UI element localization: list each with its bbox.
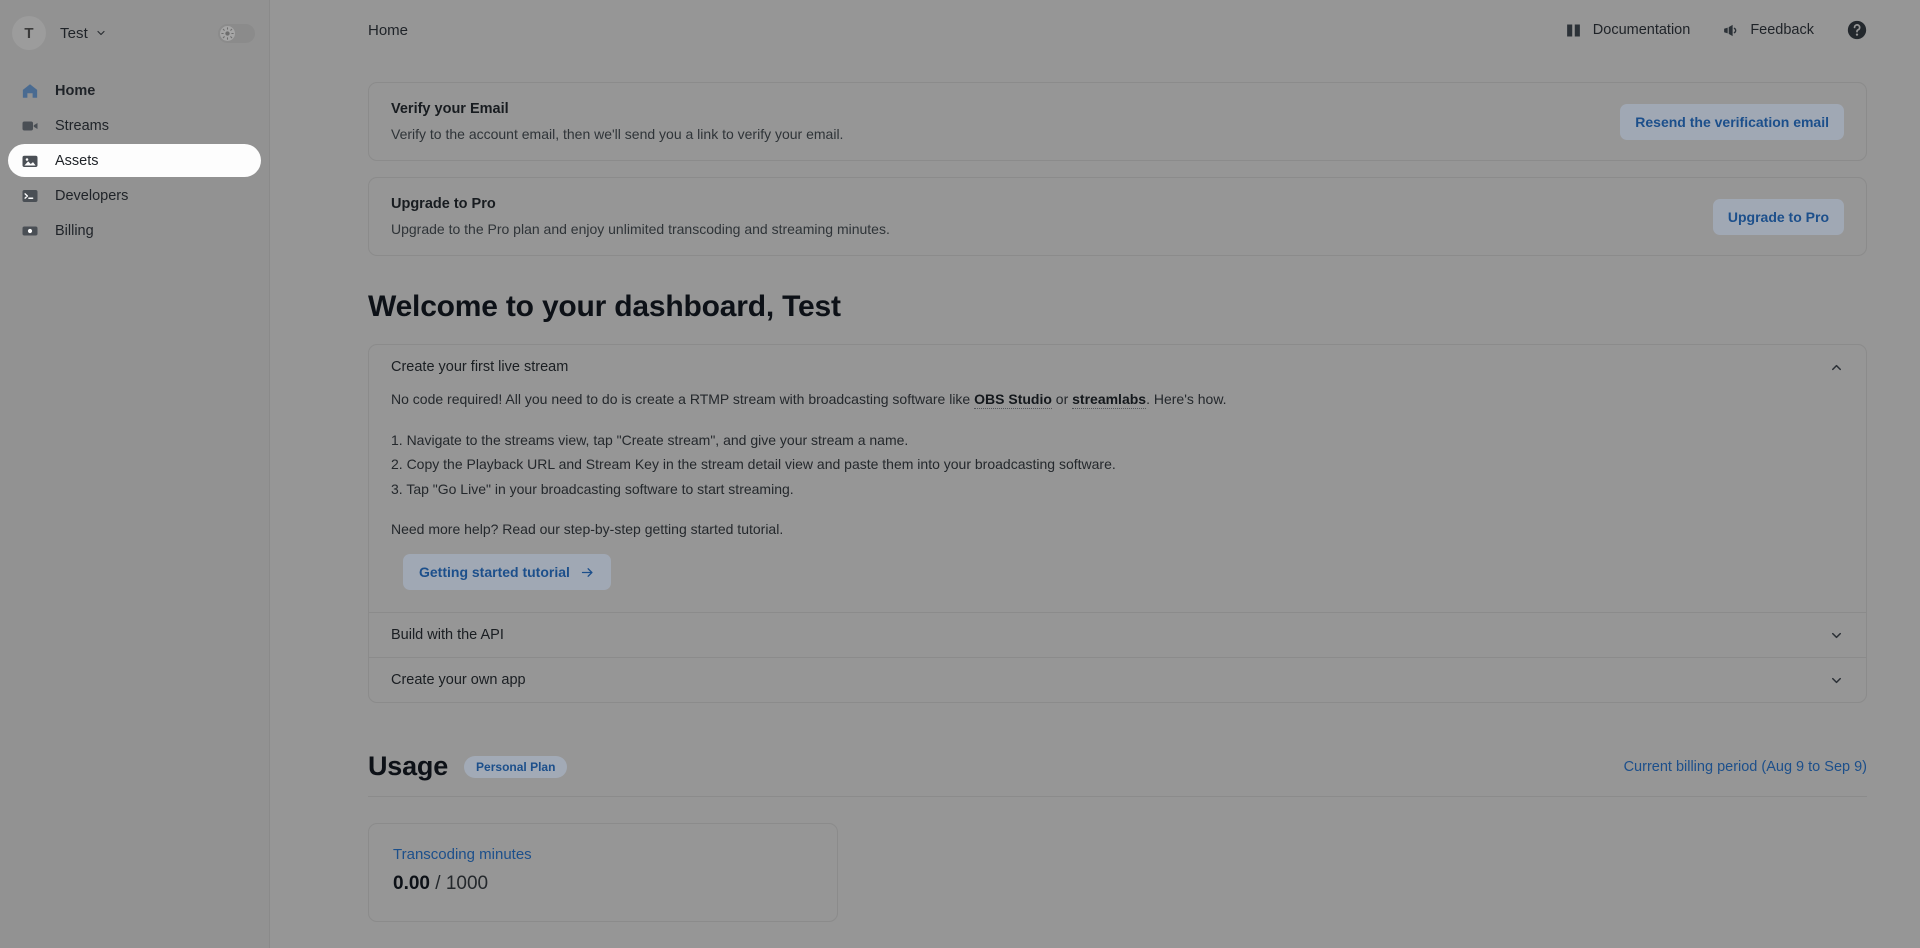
feedback-label: Feedback — [1750, 22, 1814, 38]
notice-title: Verify your Email — [391, 101, 1620, 117]
breadcrumb: Home — [368, 22, 408, 39]
sidebar-item-label: Home — [55, 83, 95, 99]
terminal-icon — [20, 186, 39, 205]
sidebar-item-label: Billing — [55, 223, 94, 239]
intro-mid: or — [1052, 391, 1072, 407]
accordion-header-api[interactable]: Build with the API — [369, 613, 1866, 657]
sidebar-item-home[interactable]: Home — [8, 74, 261, 107]
usage-used-value: 0.00 — [393, 873, 430, 894]
accordion-body-live-stream: No code required! All you need to do is … — [369, 389, 1866, 612]
account-name: Test — [60, 25, 88, 42]
app-root: T Test Home Streams — [0, 0, 1920, 948]
chevron-down-icon[interactable] — [1829, 673, 1844, 688]
accordion-title: Build with the API — [391, 627, 1829, 643]
banknote-icon — [20, 221, 39, 240]
arrow-right-icon — [580, 565, 595, 580]
accordion-title: Create your own app — [391, 672, 1829, 688]
usage-cards: Transcoding minutes 0.00 / 1000 — [368, 797, 1867, 922]
notice-description: Verify to the account email, then we'll … — [391, 126, 1620, 142]
notice-description: Upgrade to the Pro plan and enjoy unlimi… — [391, 221, 1713, 237]
usage-card-transcoding-minutes: Transcoding minutes 0.00 / 1000 — [368, 823, 838, 922]
usage-title: Usage — [368, 751, 448, 782]
notice-text: Verify your Email Verify to the account … — [391, 101, 1620, 142]
main-area: Home Documentation Feedback — [270, 0, 1920, 948]
notice-title: Upgrade to Pro — [391, 196, 1713, 212]
step-item: 3. Tap "Go Live" in your broadcasting so… — [391, 478, 1844, 501]
accordion-header-live-stream[interactable]: Create your first live stream — [369, 345, 1866, 389]
avatar: T — [12, 16, 46, 50]
sidebar-item-label: Streams — [55, 118, 109, 134]
content-scroll: Verify your Email Verify to the account … — [270, 60, 1920, 948]
getting-started-accordion: Create your first live stream No code re… — [368, 344, 1867, 703]
sidebar-item-streams[interactable]: Streams — [8, 109, 261, 142]
current-billing-period-link[interactable]: Current billing period (Aug 9 to Sep 9) — [1624, 759, 1867, 775]
feedback-link[interactable]: Feedback — [1722, 22, 1814, 39]
resend-verification-email-button[interactable]: Resend the verification email — [1620, 104, 1844, 140]
accordion-title: Create your first live stream — [391, 359, 1829, 375]
usage-limit-value: / 1000 — [435, 873, 488, 894]
step-item: 2. Copy the Playback URL and Stream Key … — [391, 453, 1844, 476]
intro-pre: No code required! All you need to do is … — [391, 391, 974, 407]
accordion-header-own-app[interactable]: Create your own app — [369, 658, 1866, 702]
topbar: Home Documentation Feedback — [270, 0, 1920, 60]
chevron-down-icon[interactable] — [1829, 628, 1844, 643]
steps-list: 1. Navigate to the streams view, tap "Cr… — [391, 429, 1844, 501]
topbar-actions: Documentation Feedback — [1565, 19, 1868, 41]
sun-icon — [220, 26, 235, 41]
streamlabs-link[interactable]: streamlabs — [1072, 391, 1146, 409]
megaphone-icon — [1722, 22, 1739, 39]
chevron-up-icon[interactable] — [1829, 360, 1844, 375]
notice-verify-email: Verify your Email Verify to the account … — [368, 82, 1867, 161]
theme-toggle[interactable] — [218, 24, 255, 43]
sidebar-item-label: Developers — [55, 188, 128, 204]
accordion-section-api: Build with the API — [369, 612, 1866, 657]
page-title: Welcome to your dashboard, Test — [368, 290, 1867, 324]
obs-studio-link[interactable]: OBS Studio — [974, 391, 1052, 409]
chevron-down-icon — [95, 27, 107, 39]
tutorial-button-label: Getting started tutorial — [419, 564, 570, 580]
sidebar-item-label: Assets — [55, 153, 99, 169]
intro-post: . Here's how. — [1146, 391, 1227, 407]
help-text: Need more help? Read our step-by-step ge… — [391, 519, 1844, 541]
usage-card-label[interactable]: Transcoding minutes — [393, 846, 813, 863]
sidebar-item-billing[interactable]: Billing — [8, 214, 261, 247]
help-circle-icon[interactable] — [1846, 19, 1868, 41]
sidebar-nav: Home Streams Assets Developers — [0, 74, 269, 247]
image-icon — [20, 151, 39, 170]
upgrade-to-pro-button[interactable]: Upgrade to Pro — [1713, 199, 1844, 235]
documentation-link[interactable]: Documentation — [1565, 22, 1691, 39]
usage-header: Usage Personal Plan Current billing peri… — [368, 751, 1867, 796]
getting-started-tutorial-button[interactable]: Getting started tutorial — [403, 554, 611, 590]
accordion-section-live-stream: Create your first live stream No code re… — [369, 345, 1866, 612]
notice-upgrade-pro: Upgrade to Pro Upgrade to the Pro plan a… — [368, 177, 1867, 256]
book-icon — [1565, 22, 1582, 39]
sidebar-item-assets[interactable]: Assets — [8, 144, 261, 177]
step-item: 1. Navigate to the streams view, tap "Cr… — [391, 429, 1844, 452]
home-icon — [20, 81, 39, 100]
sidebar-item-developers[interactable]: Developers — [8, 179, 261, 212]
accordion-section-own-app: Create your own app — [369, 657, 1866, 702]
notice-text: Upgrade to Pro Upgrade to the Pro plan a… — [391, 196, 1713, 237]
documentation-label: Documentation — [1593, 22, 1691, 38]
status-badge: Personal Plan — [464, 756, 567, 778]
sidebar: T Test Home Streams — [0, 0, 270, 948]
usage-card-value: 0.00 / 1000 — [393, 873, 813, 895]
video-icon — [20, 116, 39, 135]
account-switcher[interactable]: T Test — [0, 10, 269, 56]
accordion-intro: No code required! All you need to do is … — [391, 389, 1844, 411]
